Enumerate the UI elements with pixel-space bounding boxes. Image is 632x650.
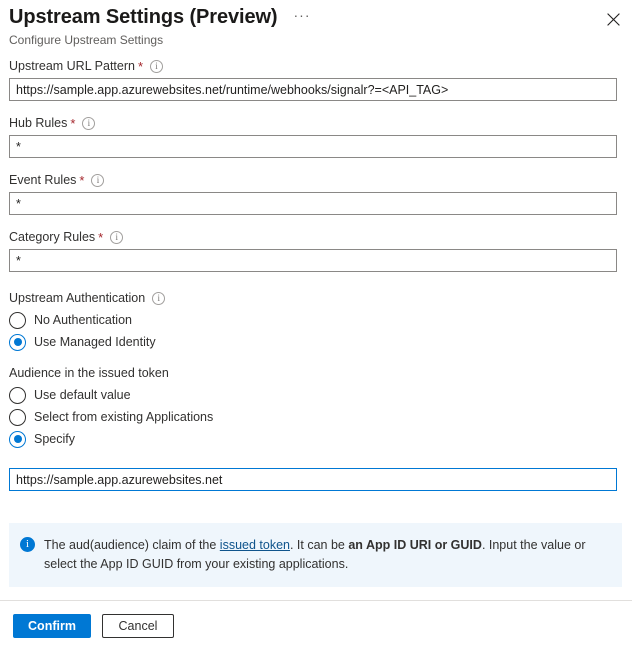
category-rules-input[interactable] xyxy=(9,249,617,272)
radio-label: Specify xyxy=(34,431,75,447)
label-text: Upstream Authentication xyxy=(9,290,145,306)
info-text-part1: The aud(audience) claim of the xyxy=(44,538,220,552)
label-audience: Audience in the issued token xyxy=(0,365,632,381)
confirm-button[interactable]: Confirm xyxy=(13,614,91,638)
radio-use-default-value[interactable]: Use default value xyxy=(0,384,632,406)
radio-label: No Authentication xyxy=(34,312,132,328)
event-rules-input[interactable] xyxy=(9,192,617,215)
info-text-bold: an App ID URI or GUID xyxy=(348,538,482,552)
label-text: Hub Rules xyxy=(9,115,67,131)
required-marker: * xyxy=(79,175,84,187)
info-icon[interactable]: i xyxy=(152,292,165,305)
required-marker: * xyxy=(98,232,103,244)
radio-label: Use default value xyxy=(34,387,131,403)
hub-rules-input[interactable] xyxy=(9,135,617,158)
info-banner: i The aud(audience) claim of the issued … xyxy=(9,523,622,587)
blade-header: Upstream Settings (Preview) ··· Configur… xyxy=(0,0,632,58)
radio-button-icon[interactable] xyxy=(9,312,26,329)
upstream-url-pattern-input[interactable] xyxy=(9,78,617,101)
field-upstream-url-pattern: Upstream URL Pattern * i xyxy=(0,58,632,101)
required-marker: * xyxy=(138,61,143,73)
radio-use-managed-identity[interactable]: Use Managed Identity xyxy=(0,331,632,353)
radio-specify[interactable]: Specify xyxy=(0,428,632,450)
issued-token-link[interactable]: issued token xyxy=(220,538,290,552)
radio-button-icon[interactable] xyxy=(9,409,26,426)
close-icon[interactable] xyxy=(602,8,624,30)
label-upstream-authentication: Upstream Authentication i xyxy=(0,290,632,306)
radio-button-icon[interactable] xyxy=(9,387,26,404)
field-category-rules: Category Rules * i xyxy=(0,229,632,272)
radio-select-from-existing-applications[interactable]: Select from existing Applications xyxy=(0,406,632,428)
footer-actions: Confirm Cancel xyxy=(0,601,632,650)
label-text: Event Rules xyxy=(9,172,76,188)
radio-label: Select from existing Applications xyxy=(34,409,213,425)
more-options-icon[interactable]: ··· xyxy=(290,6,315,28)
upstream-authentication-group: Upstream Authentication i No Authenticat… xyxy=(0,290,632,353)
info-icon[interactable]: i xyxy=(82,117,95,130)
page-title: Upstream Settings (Preview) xyxy=(9,5,278,29)
label-event-rules: Event Rules * i xyxy=(0,172,632,188)
info-icon: i xyxy=(20,537,35,552)
label-text: Audience in the issued token xyxy=(9,365,169,381)
radio-label: Use Managed Identity xyxy=(34,334,156,350)
info-banner-text: The aud(audience) claim of the issued to… xyxy=(44,536,610,574)
audience-value-input[interactable] xyxy=(9,468,617,491)
page-subtitle: Configure Upstream Settings xyxy=(9,32,163,48)
radio-button-icon[interactable] xyxy=(9,431,26,448)
title-row: Upstream Settings (Preview) ··· xyxy=(9,5,315,29)
label-hub-rules: Hub Rules * i xyxy=(0,115,632,131)
info-icon[interactable]: i xyxy=(91,174,104,187)
radio-no-authentication[interactable]: No Authentication xyxy=(0,309,632,331)
cancel-button[interactable]: Cancel xyxy=(102,614,174,638)
info-icon[interactable]: i xyxy=(150,60,163,73)
field-event-rules: Event Rules * i xyxy=(0,172,632,215)
label-upstream-url-pattern: Upstream URL Pattern * i xyxy=(0,58,632,74)
info-icon[interactable]: i xyxy=(110,231,123,244)
radio-button-icon[interactable] xyxy=(9,334,26,351)
label-text: Upstream URL Pattern xyxy=(9,58,135,74)
label-category-rules: Category Rules * i xyxy=(0,229,632,245)
required-marker: * xyxy=(70,118,75,130)
label-text: Category Rules xyxy=(9,229,95,245)
field-hub-rules: Hub Rules * i xyxy=(0,115,632,158)
settings-form: Upstream URL Pattern * i Hub Rules * i E… xyxy=(0,58,632,491)
audience-group: Audience in the issued token Use default… xyxy=(0,365,632,450)
info-text-part2: . It can be xyxy=(290,538,348,552)
